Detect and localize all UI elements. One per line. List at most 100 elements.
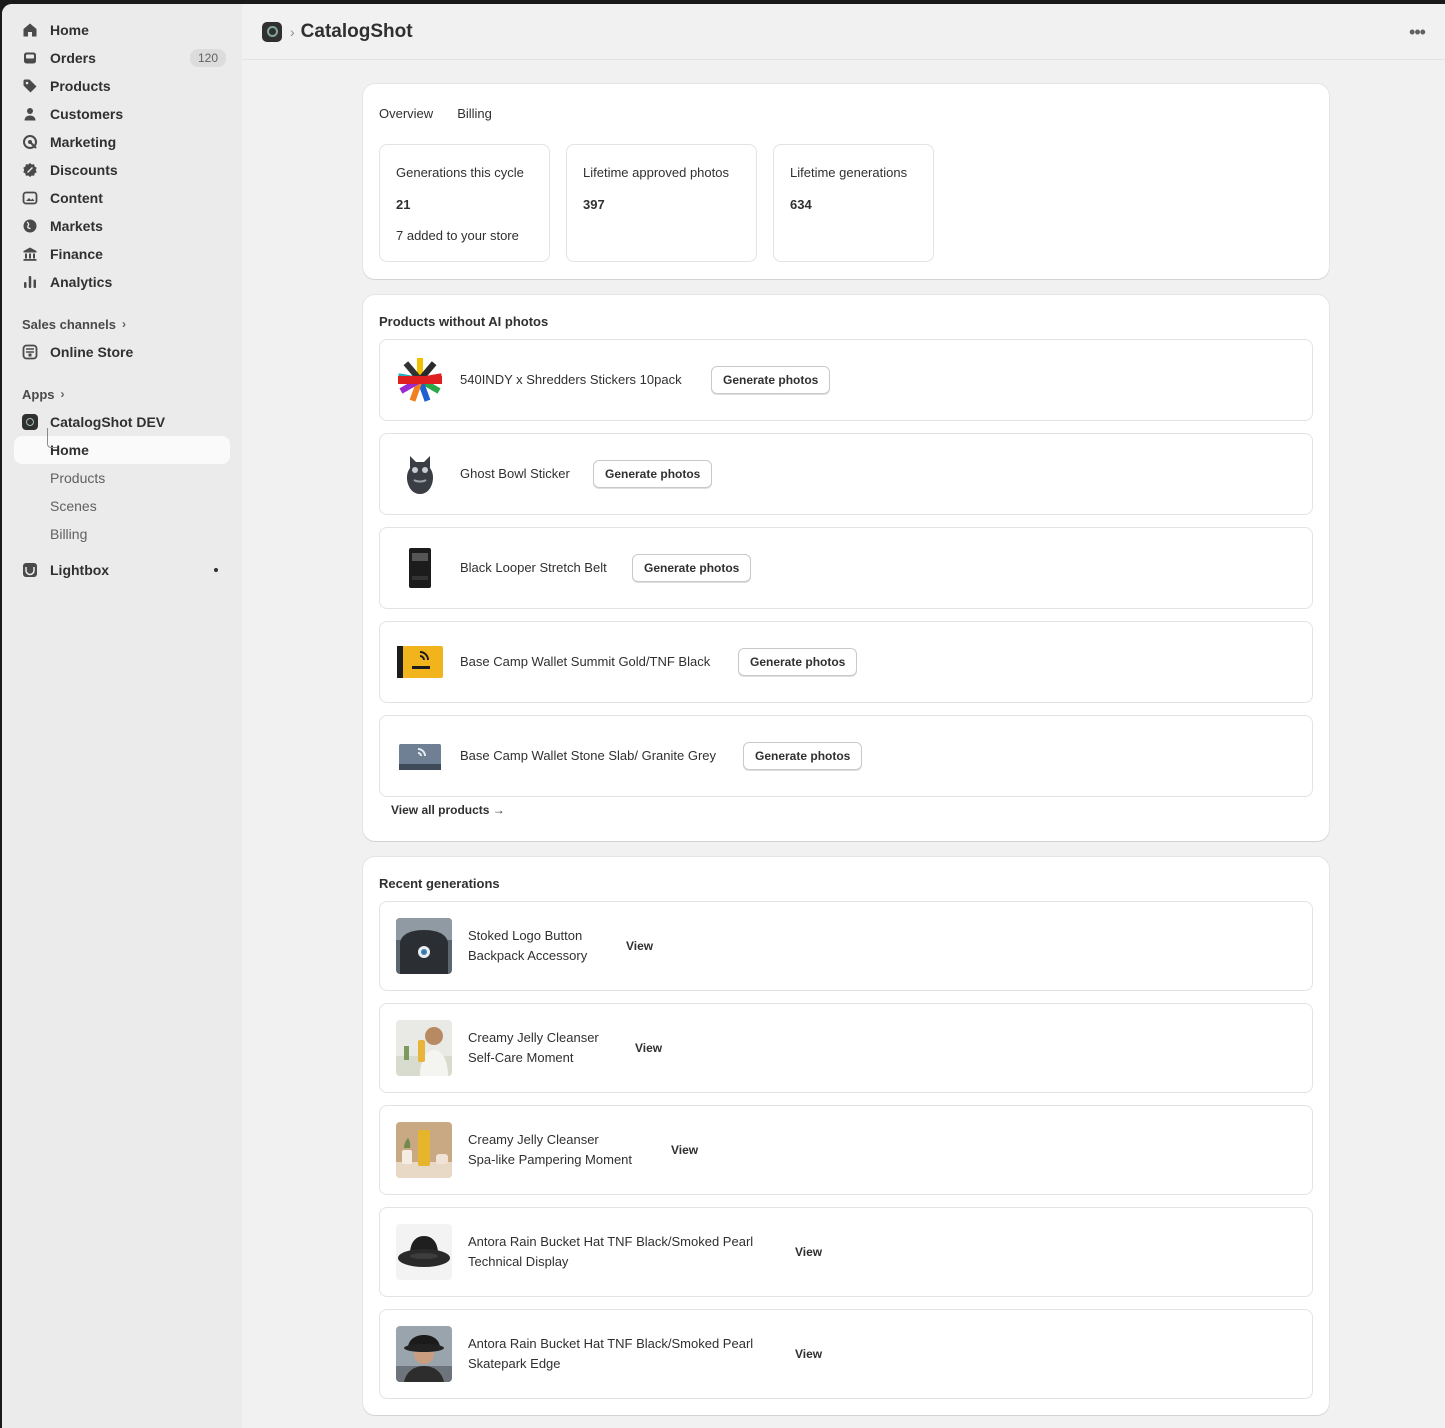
sidebar-subitem-label: Scenes [50,498,97,514]
catalogshot-app-icon [22,414,38,430]
sidebar-item-analytics[interactable]: Analytics [14,268,230,296]
home-icon [22,22,38,38]
orders-count-badge: 120 [189,49,226,67]
main-content: › CatalogShot ••• Overview Billing Gener… [242,4,1445,1428]
sidebar-subitem-label: Billing [50,526,88,542]
view-all-products-link[interactable]: View all products → [391,803,505,817]
sidebar-item-label: Markets [50,218,103,234]
sales-channels-label: Sales channels [22,316,116,332]
sidebar-subitem-scenes[interactable]: Scenes [14,492,230,520]
orders-icon [22,50,38,66]
tree-connector [47,428,57,448]
generate-photos-button[interactable]: Generate photos [743,742,863,770]
stat-value: 634 [790,197,812,212]
generate-photos-button[interactable]: Generate photos [632,554,752,582]
product-name: Black Looper Stretch Belt [460,560,607,575]
product-thumbnail [396,544,444,592]
generation-name: Stoked Logo Button Backpack Accessory [468,926,587,966]
generation-name-line2: Technical Display [468,1254,569,1269]
generation-name-line1: Creamy Jelly Cleanser [468,1030,599,1045]
view-link[interactable]: View [795,1347,822,1361]
generation-thumbnail [396,1020,452,1076]
generation-name: Antora Rain Bucket Hat TNF Black/Smoked … [468,1334,753,1374]
stat-card-approved-photos: Lifetime approved photos 397 [566,144,757,262]
breadcrumb-separator: › [290,23,295,40]
generation-thumbnail [396,1224,452,1280]
product-row: Black Looper Stretch Belt Generate photo… [379,527,1313,609]
generation-row: Antora Rain Bucket Hat TNF Black/Smoked … [379,1309,1313,1399]
sidebar-item-label: Orders [50,50,96,66]
sidebar-item-label: Customers [50,106,124,122]
view-link[interactable]: View [671,1143,698,1157]
generation-name-line1: Antora Rain Bucket Hat TNF Black/Smoked … [468,1234,754,1249]
stat-label: Generations this cycle [396,165,524,180]
generation-name-line2: Skatepark Edge [468,1356,561,1371]
image-icon [22,190,38,206]
product-row: Ghost Bowl Sticker Generate photos [379,433,1313,515]
generation-thumbnail [396,1326,452,1382]
sidebar-item-orders[interactable]: Orders 120 [14,44,230,72]
view-link[interactable]: View [635,1041,662,1055]
generation-row: Stoked Logo Button Backpack Accessory Vie… [379,901,1313,991]
sidebar-subitem-products[interactable]: Products [14,464,230,492]
product-thumbnail [396,356,444,404]
product-thumbnail [396,732,444,780]
sidebar-item-marketing[interactable]: Marketing [14,128,230,156]
view-link[interactable]: View [626,939,653,953]
stat-card-lifetime-generations: Lifetime generations 634 [773,144,934,262]
sidebar-subitem-label: Products [50,470,106,486]
overview-card: Overview Billing Generations this cycle … [363,84,1329,279]
apps-heading[interactable]: Apps › [14,380,230,408]
generation-name: Creamy Jelly Cleanser Self-Care Moment [468,1028,599,1068]
sales-channels-heading[interactable]: Sales channels › [14,310,230,338]
sidebar-item-label: Content [50,190,103,206]
product-thumbnail [396,450,444,498]
sidebar-item-home[interactable]: Home [14,16,230,44]
tab-overview[interactable]: Overview [379,104,433,123]
sidebar-item-lightbox[interactable]: Lightbox [14,556,230,584]
generation-name-line1: Stoked Logo Button [468,928,583,943]
target-icon [22,134,38,150]
globe-icon [22,218,38,234]
sidebar-item-customers[interactable]: Customers [14,100,230,128]
catalogshot-logo-icon [262,21,282,42]
generate-photos-button[interactable]: Generate photos [711,366,831,394]
recent-generations-card: Recent generations Stoked Logo Button Bac… [363,857,1329,1415]
stat-label: Lifetime generations [790,165,908,180]
product-row: Base Camp Wallet Summit Gold/TNF Black G… [379,621,1313,703]
stats-row: Generations this cycle 21 7 added to you… [379,144,934,262]
page-header: › CatalogShot ••• [242,4,1445,60]
generate-photos-button[interactable]: Generate photos [738,648,858,676]
sidebar: Home Orders 120 Products Customers Marke… [2,4,242,1428]
tab-billing[interactable]: Billing [457,104,492,123]
product-name: Base Camp Wallet Summit Gold/TNF Black [460,654,711,669]
tag-icon [22,78,38,94]
tab-bar: Overview Billing [379,104,492,123]
sidebar-subitem-billing[interactable]: Billing [14,520,230,548]
sidebar-subitem-home[interactable]: Home [14,428,230,464]
sidebar-item-label: Marketing [50,134,117,150]
store-icon [22,344,38,360]
sidebar-item-products[interactable]: Products [14,72,230,100]
generation-name-line1: Antora Rain Bucket Hat TNF Black/Smoked … [468,1336,754,1351]
generation-thumbnail [396,1122,452,1178]
more-actions-icon[interactable]: ••• [1407,22,1427,42]
product-thumbnail [396,638,444,686]
sidebar-item-discounts[interactable]: Discounts [14,156,230,184]
lightbox-app-icon [22,562,38,578]
generation-row: Creamy Jelly Cleanser Self-Care Moment Vi… [379,1003,1313,1093]
generate-photos-button[interactable]: Generate photos [593,460,713,488]
sidebar-item-finance[interactable]: Finance [14,240,230,268]
sidebar-item-label: Products [50,78,111,94]
generation-name-line2: Backpack Accessory [468,948,588,963]
sidebar-item-online-store[interactable]: Online Store [14,338,230,366]
products-without-ai-card: Products without AI photos 540INDY x Shr… [363,295,1329,841]
section-title: Products without AI photos [379,314,549,329]
bank-icon [22,246,38,262]
sidebar-item-content[interactable]: Content [14,184,230,212]
discount-icon [22,162,38,178]
sidebar-item-label: Finance [50,246,103,262]
stat-label: Lifetime approved photos [583,165,729,180]
sidebar-item-markets[interactable]: Markets [14,212,230,240]
view-link[interactable]: View [795,1245,822,1259]
